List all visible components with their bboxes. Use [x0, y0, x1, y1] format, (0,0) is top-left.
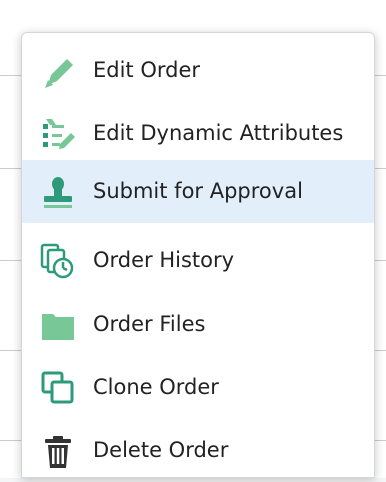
trash-icon [40, 433, 76, 469]
menu-item-clone-order[interactable]: Clone Order [22, 356, 374, 419]
stamp-icon [40, 174, 76, 210]
menu-item-label: Edit Order [93, 58, 201, 82]
folder-icon [40, 307, 76, 343]
menu-item-delete-order[interactable]: Delete Order [22, 419, 374, 482]
order-context-menu: Edit Order Edit Dynamic Attributes Submi… [21, 32, 375, 478]
history-icon [40, 243, 76, 279]
clone-icon [40, 370, 76, 406]
menu-item-order-history[interactable]: Order History [22, 229, 374, 292]
menu-item-label: Submit for Approval [93, 179, 303, 203]
pencil-icon [40, 53, 76, 89]
attributes-edit-icon [40, 116, 76, 152]
menu-item-label: Order History [93, 248, 235, 272]
menu-item-label: Delete Order [93, 438, 229, 462]
menu-item-label: Clone Order [93, 375, 219, 399]
menu-item-edit-order[interactable]: Edit Order [22, 39, 374, 102]
menu-item-label: Edit Dynamic Attributes [93, 121, 344, 145]
menu-item-order-files[interactable]: Order Files [22, 293, 374, 356]
menu-item-edit-dynamic-attributes[interactable]: Edit Dynamic Attributes [22, 102, 374, 165]
menu-item-label: Order Files [93, 312, 206, 336]
menu-item-submit-for-approval[interactable]: Submit for Approval [22, 160, 374, 223]
